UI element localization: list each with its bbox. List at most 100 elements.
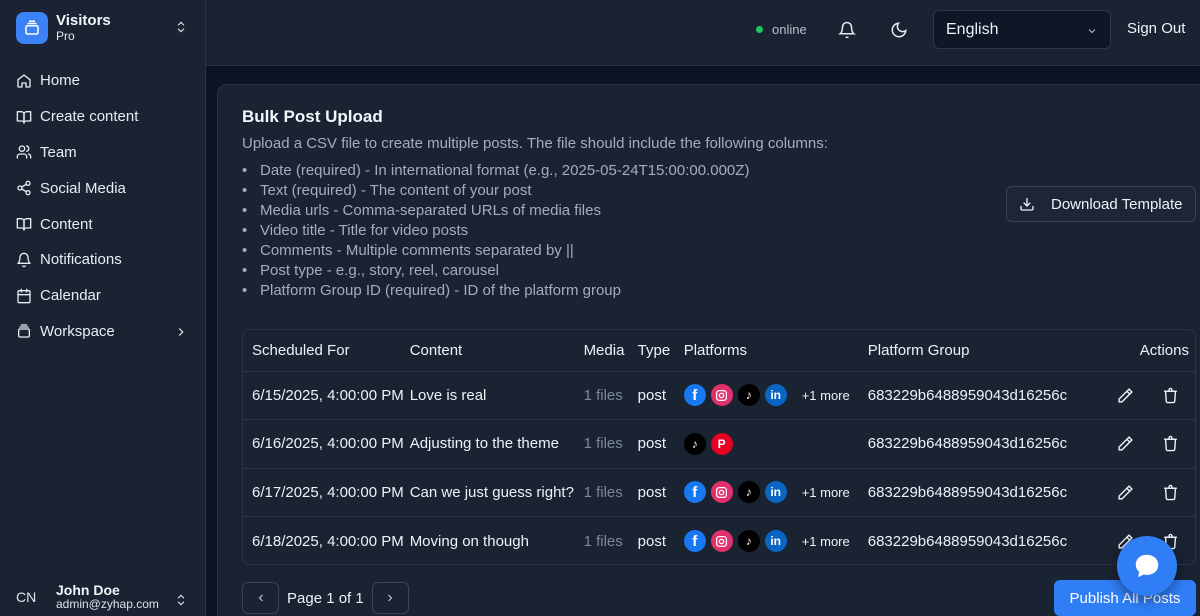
media-cell: 1 files [583,386,623,404]
column-header-content: Content [409,341,463,359]
book-open-icon [16,110,32,124]
tiktok-icon: ♪ [737,481,760,504]
language-value: English [946,20,999,38]
actions-cell [1089,371,1195,420]
chat-launcher-button[interactable] [1117,536,1177,596]
column-list-item: Comments - Multiple comments separated b… [242,241,749,261]
sidebar: Visitors Pro Home Create content Team Socia… [0,0,206,616]
linkedin-icon: in [764,384,787,407]
download-template-label: Download Template [1051,195,1183,213]
chevrons-up-down-icon[interactable] [174,19,188,35]
moon-icon[interactable] [890,21,908,39]
column-list-item: Post type - e.g., story, reel, carousel [242,261,749,281]
sidebar-item-label: Home [40,72,81,90]
sidebar-item-calendar[interactable]: Calendar [0,278,206,314]
prev-page-button[interactable] [242,582,279,614]
status-label: online [772,22,807,37]
sidebar-item-label: Workspace [40,322,115,340]
media-cell: 1 files [583,435,623,453]
scheduled-cell: 6/16/2025, 4:00:00 PM [252,435,404,453]
content-cell: Love is real [409,386,487,404]
column-header-type: Type [637,341,671,359]
column-header-platforms: Platforms [683,341,748,359]
edit-icon[interactable] [1117,435,1134,452]
trash-icon[interactable] [1162,387,1179,404]
status-dot-icon [756,26,763,33]
type-cell: post [637,435,667,453]
sidebar-item-workspace[interactable]: Workspace [0,314,206,350]
media-cell: 1 files [583,483,623,501]
content-cell: Can we just guess right? [409,483,574,501]
platform-group-cell: 683229b6488959043d16256c [867,483,1068,501]
table-row: 6/17/2025, 4:00:00 PM Can we just guess r… [243,468,1195,517]
type-cell: post [637,532,667,550]
user-menu[interactable]: CN John Doe admin@zyhap.com [0,578,206,616]
chevron-left-icon [258,594,263,602]
trash-icon[interactable] [1162,435,1179,452]
brand-name: Visitors [56,12,111,30]
download-icon [1020,198,1034,211]
next-page-button[interactable] [371,582,409,614]
user-name: John Doe [56,582,120,599]
instagram-icon [710,481,733,504]
scheduled-cell: 6/17/2025, 4:00:00 PM [252,483,404,501]
sidebar-item-create-content[interactable]: Create content [0,99,206,135]
table-row: 6/15/2025, 4:00:00 PM Love is real 1 files… [243,371,1195,420]
sign-out-button[interactable]: Sign Out [1127,20,1185,37]
connection-status: online [756,22,807,37]
sidebar-item-home[interactable]: Home [0,63,206,99]
scheduled-cell: 6/18/2025, 4:00:00 PM [252,532,404,550]
sidebar-item-social-media[interactable]: Social Media [0,170,206,206]
sidebar-item-team[interactable]: Team [0,135,206,171]
user-email: admin@zyhap.com [56,597,159,612]
brand-plan: Pro [56,28,75,43]
instagram-icon [710,384,733,407]
facebook-icon: f [683,530,706,552]
home-icon [17,74,31,88]
sidebar-item-label: Social Media [40,179,126,197]
media-cell: 1 files [583,532,623,550]
workspace-switcher[interactable]: Visitors Pro [16,11,194,45]
chevron-right-icon [388,594,393,602]
more-platforms-label: +1 more [801,533,850,549]
edit-icon[interactable] [1117,387,1134,404]
type-cell: post [637,483,667,501]
chevron-down-icon [1088,29,1096,34]
chat-icon [1135,554,1159,578]
platforms-cell: f ♪ in +1 more [683,468,868,517]
sidebar-nav: Home Create content Team Social Media Conten… [0,63,206,349]
column-list-item: Date (required) - In international forma… [242,161,749,181]
bell-icon[interactable] [838,21,856,39]
users-icon [16,145,32,160]
page-title: Bulk Post Upload [242,107,383,126]
column-header-scheduled: Scheduled For [252,341,350,359]
table-row: 6/18/2025, 4:00:00 PM Moving on though 1 f… [243,516,1195,565]
bell-icon [17,252,31,268]
column-header-platform-group: Platform Group [867,341,970,359]
layers-icon [18,324,30,339]
sidebar-item-label: Team [40,143,77,161]
trash-icon[interactable] [1162,484,1179,501]
column-list-item: Platform Group ID (required) - ID of the… [242,281,749,301]
platform-group-cell: 683229b6488959043d16256c [867,435,1068,453]
chevrons-up-down-icon[interactable] [174,592,188,608]
instagram-icon [710,530,733,552]
sidebar-item-content[interactable]: Content [0,206,206,242]
facebook-icon: f [683,481,706,504]
calendar-icon [17,288,31,304]
column-header-actions: Actions [1139,341,1189,359]
card-description: Upload a CSV file to create multiple pos… [242,135,828,152]
download-template-button[interactable]: Download Template [1006,186,1196,222]
tiktok-icon: ♪ [683,432,706,455]
more-platforms-label: +1 more [801,484,850,500]
linkedin-icon: in [764,530,787,552]
content-cell: Moving on though [409,532,529,550]
chevron-right-icon [178,327,184,336]
bulk-upload-card: Bulk Post Upload Upload a CSV file to cr… [217,84,1200,616]
brand-logo-icon [16,12,48,44]
language-select[interactable]: English [933,10,1111,49]
scheduled-cell: 6/15/2025, 4:00:00 PM [252,386,404,404]
platform-group-cell: 683229b6488959043d16256c [867,386,1068,404]
edit-icon[interactable] [1117,484,1134,501]
sidebar-item-notifications[interactable]: Notifications [0,242,206,278]
